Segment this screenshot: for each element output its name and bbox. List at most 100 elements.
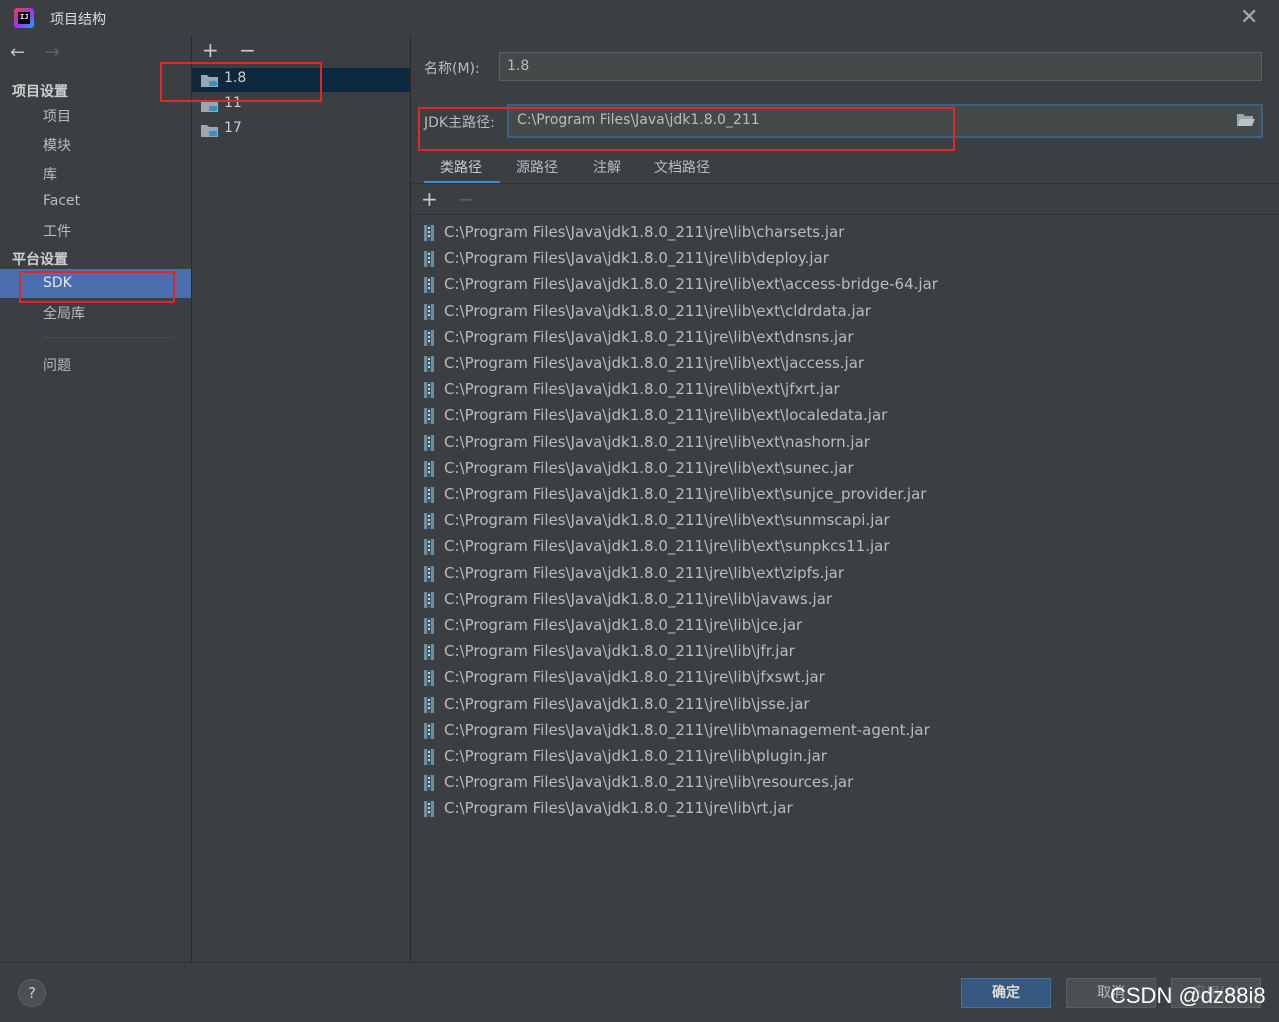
classpath-row[interactable]: C:\Program Files\Java\jdk1.8.0_211\jre\l…: [411, 692, 1279, 718]
jar-archive-icon: [424, 356, 434, 372]
classpath-row[interactable]: C:\Program Files\Java\jdk1.8.0_211\jre\l…: [411, 639, 1279, 665]
sdk-item-label: 1.8: [224, 70, 247, 86]
remove-classpath-button: −: [458, 187, 475, 211]
classpath-row[interactable]: C:\Program Files\Java\jdk1.8.0_211\jre\l…: [411, 534, 1279, 560]
classpath-row[interactable]: C:\Program Files\Java\jdk1.8.0_211\jre\l…: [411, 456, 1279, 482]
jar-archive-icon: [424, 749, 434, 765]
jar-archive-icon: [424, 775, 434, 792]
nav-item-project[interactable]: 项目: [43, 106, 71, 126]
jdk-home-path-input[interactable]: C:\Program Files\Java\jdk1.8.0_211: [507, 104, 1263, 138]
nav-divider: [44, 337, 174, 338]
classpath-entry-path: C:\Program Files\Java\jdk1.8.0_211\jre\l…: [444, 511, 890, 530]
classpath-row[interactable]: C:\Program Files\Java\jdk1.8.0_211\jre\l…: [411, 718, 1279, 744]
classpath-entry-path: C:\Program Files\Java\jdk1.8.0_211\jre\l…: [444, 694, 810, 713]
tab-annotations[interactable]: 注解: [593, 157, 621, 177]
sdk-folder-icon: [201, 75, 218, 87]
intellij-idea-icon: IJ: [14, 8, 34, 28]
section-platform-settings: 平台设置: [12, 252, 68, 268]
classpath-entry-path: C:\Program Files\Java\jdk1.8.0_211\jre\l…: [444, 380, 840, 399]
classpath-row[interactable]: C:\Program Files\Java\jdk1.8.0_211\jre\l…: [411, 482, 1279, 508]
add-classpath-button[interactable]: +: [421, 187, 438, 211]
help-button[interactable]: ?: [18, 979, 46, 1007]
nav-item-artifacts[interactable]: 工件: [43, 221, 71, 241]
classpath-entry-path: C:\Program Files\Java\jdk1.8.0_211\jre\l…: [444, 589, 833, 608]
classpath-entry-path: C:\Program Files\Java\jdk1.8.0_211\jre\l…: [444, 799, 793, 818]
classpath-entry-path: C:\Program Files\Java\jdk1.8.0_211\jre\l…: [444, 432, 870, 451]
nav-item-problems[interactable]: 问题: [43, 355, 71, 375]
classpath-entry-path: C:\Program Files\Java\jdk1.8.0_211\jre\l…: [444, 354, 865, 372]
nav-item-sdk[interactable]: SDK: [43, 275, 72, 291]
sdk-item-1-8[interactable]: 1.8: [192, 68, 410, 92]
name-input[interactable]: 1.8: [499, 52, 1262, 81]
classpath-row[interactable]: C:\Program Files\Java\jdk1.8.0_211\jre\l…: [411, 508, 1279, 534]
jar-archive-icon: [424, 513, 434, 530]
classpath-row[interactable]: C:\Program Files\Java\jdk1.8.0_211\jre\l…: [411, 770, 1279, 796]
nav-selection-highlight: [0, 269, 191, 298]
sdk-item-label: 11: [224, 95, 242, 111]
add-sdk-button[interactable]: +: [202, 38, 219, 62]
classpath-row[interactable]: C:\Program Files\Java\jdk1.8.0_211\jre\l…: [411, 325, 1279, 351]
dialog-footer: ? 确定 取消 应用(A) CSDN @dz88i8: [0, 962, 1279, 1022]
classpath-row[interactable]: C:\Program Files\Java\jdk1.8.0_211\jre\l…: [411, 272, 1279, 298]
sdk-folder-icon: [201, 100, 218, 112]
sdk-folder-icon: [201, 125, 218, 137]
nav-item-modules[interactable]: 模块: [43, 135, 71, 155]
open-folder-icon[interactable]: [1237, 113, 1255, 127]
nav-item-libraries[interactable]: 库: [43, 164, 57, 184]
classpath-row[interactable]: C:\Program Files\Java\jdk1.8.0_211\jre\l…: [411, 561, 1279, 587]
classpath-row[interactable]: C:\Program Files\Java\jdk1.8.0_211\jre\l…: [411, 403, 1279, 429]
back-arrow-icon[interactable]: ←: [10, 42, 25, 63]
ok-button[interactable]: 确定: [961, 978, 1051, 1008]
sdk-list-panel: + − 1.8 11 17: [192, 36, 411, 962]
classpath-row[interactable]: C:\Program Files\Java\jdk1.8.0_211\jre\l…: [411, 613, 1279, 639]
jar-archive-icon: [424, 539, 434, 556]
classpath-row[interactable]: C:\Program Files\Java\jdk1.8.0_211\jre\l…: [411, 246, 1279, 272]
window-title: 项目结构: [50, 12, 106, 28]
classpath-entry-path: C:\Program Files\Java\jdk1.8.0_211\jre\l…: [444, 249, 829, 268]
classpath-divider: [411, 214, 1279, 215]
tab-sourcepath[interactable]: 源路径: [516, 157, 558, 177]
sdk-item-17[interactable]: 17: [192, 118, 410, 142]
classpath-entry-path: C:\Program Files\Java\jdk1.8.0_211\jre\l…: [444, 301, 871, 320]
sdk-item-11[interactable]: 11: [192, 93, 410, 117]
classpath-entry-path: C:\Program Files\Java\jdk1.8.0_211\jre\l…: [444, 406, 888, 425]
csdn-watermark: CSDN @dz88i8: [1110, 983, 1266, 1008]
jar-archive-icon: [424, 591, 434, 608]
nav-item-facets[interactable]: Facet: [43, 193, 80, 209]
classpath-row[interactable]: C:\Program Files\Java\jdk1.8.0_211\jre\l…: [411, 430, 1279, 456]
sdk-detail-panel: 名称(M): 1.8 JDK主路径: C:\Program Files\Java…: [411, 36, 1279, 962]
classpath-entry-path: C:\Program Files\Java\jdk1.8.0_211\jre\l…: [444, 458, 854, 477]
classpath-row[interactable]: C:\Program Files\Java\jdk1.8.0_211\jre\l…: [411, 299, 1279, 325]
nav-item-global-libraries[interactable]: 全局库: [43, 303, 85, 323]
tab-classpath[interactable]: 类路径: [440, 157, 482, 177]
classpath-entry-path: C:\Program Files\Java\jdk1.8.0_211\jre\l…: [444, 485, 927, 503]
jar-archive-icon: [424, 408, 434, 425]
tab-documentation-paths[interactable]: 文档路径: [654, 157, 710, 177]
classpath-toolbar: + −: [421, 187, 475, 211]
classpath-entry-path: C:\Program Files\Java\jdk1.8.0_211\jre\l…: [444, 537, 890, 556]
close-icon[interactable]: ✕: [1240, 5, 1258, 30]
classpath-row[interactable]: C:\Program Files\Java\jdk1.8.0_211\jre\l…: [411, 377, 1279, 403]
classpath-row[interactable]: C:\Program Files\Java\jdk1.8.0_211\jre\l…: [411, 220, 1279, 246]
classpath-row[interactable]: C:\Program Files\Java\jdk1.8.0_211\jre\l…: [411, 796, 1279, 822]
remove-sdk-button[interactable]: −: [239, 38, 256, 62]
jar-archive-icon: [424, 801, 434, 818]
jar-archive-icon: [424, 644, 434, 661]
classpath-entry-path: C:\Program Files\Java\jdk1.8.0_211\jre\l…: [444, 720, 930, 739]
jar-archive-icon: [424, 303, 434, 320]
classpath-entry-path: C:\Program Files\Java\jdk1.8.0_211\jre\l…: [444, 563, 844, 582]
classpath-row[interactable]: C:\Program Files\Java\jdk1.8.0_211\jre\l…: [411, 744, 1279, 770]
classpath-row[interactable]: C:\Program Files\Java\jdk1.8.0_211\jre\l…: [411, 587, 1279, 613]
jar-archive-icon: [424, 460, 434, 477]
classpath-entry-path: C:\Program Files\Java\jdk1.8.0_211\jre\l…: [444, 275, 938, 294]
title-bar: IJ 项目结构 ✕: [0, 0, 1279, 36]
jar-archive-icon: [424, 277, 434, 294]
classpath-row[interactable]: C:\Program Files\Java\jdk1.8.0_211\jre\l…: [411, 665, 1279, 691]
jar-archive-icon: [424, 434, 434, 451]
classpath-row[interactable]: C:\Program Files\Java\jdk1.8.0_211\jre\l…: [411, 351, 1279, 377]
jar-archive-icon: [424, 618, 434, 634]
jar-archive-icon: [424, 487, 434, 503]
classpath-entry-path: C:\Program Files\Java\jdk1.8.0_211\jre\l…: [444, 747, 827, 765]
jar-archive-icon: [424, 225, 434, 241]
jar-archive-icon: [424, 696, 434, 713]
